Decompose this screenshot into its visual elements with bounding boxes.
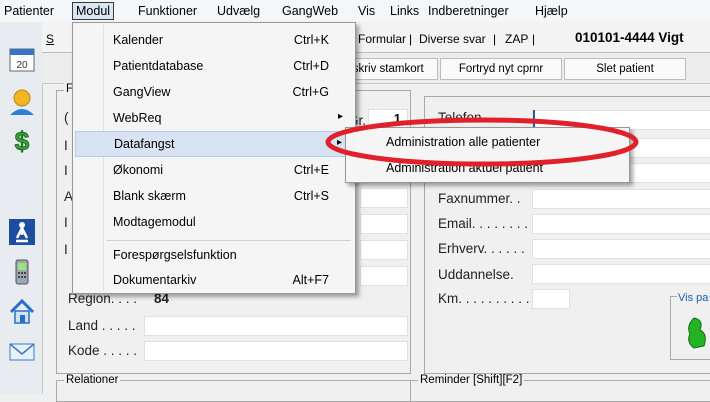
partial-label: I [64, 215, 68, 230]
highlight-ellipse-annotation [325, 117, 639, 167]
partial-label: I [64, 242, 68, 257]
menu-item-shortcut: Ctrl+G [292, 85, 329, 99]
erhverv-label: Erhverv. . . . . . [438, 241, 525, 256]
partial-label: ( [64, 110, 69, 125]
svg-text:20: 20 [16, 60, 28, 71]
erhverv-field[interactable] [532, 239, 710, 259]
uddannelse-label: Uddannelse. [438, 267, 514, 282]
menu-item-label: Kalender [113, 33, 164, 47]
menu-item-shortcut: Ctrl+S [293, 189, 329, 203]
tab-separator: | [409, 32, 413, 46]
input-field[interactable] [360, 266, 408, 286]
left-toolbar: 20 $ [0, 22, 43, 394]
menu-gangweb[interactable]: GangWeb [282, 3, 338, 19]
menu-item-datafangst[interactable]: Datafangst ▸ [75, 131, 353, 157]
mail-icon[interactable] [8, 338, 36, 366]
modul-dropdown-menu: Kalender Ctrl+K Patientdatabase Ctrl+D G… [72, 22, 356, 294]
svg-text:$: $ [15, 126, 30, 154]
vis-link[interactable]: Vis pa [677, 292, 710, 304]
pedestrian-icon[interactable] [8, 218, 36, 246]
input-field[interactable] [360, 214, 408, 234]
menu-item-forespoergselsfunktion[interactable]: Forespørgselsfunktion [73, 243, 355, 269]
menu-item-shortcut: Alt+F7 [292, 273, 329, 287]
menu-item-label: Dokumentarkiv [113, 273, 197, 287]
menu-item-gangview[interactable]: GangView Ctrl+G [73, 80, 355, 106]
menu-item-label: Datafangst [114, 137, 175, 151]
reminder-title: Reminder [Shift][F2] [418, 374, 525, 386]
menu-separator [107, 240, 351, 241]
email-label: Email. . . . . . . . [438, 216, 529, 231]
input-field[interactable] [360, 240, 408, 260]
menu-item-label: Patientdatabase [113, 59, 204, 73]
faxnummer-label: Faxnummer. . [438, 191, 521, 206]
relationer-title: Relationer [64, 374, 121, 386]
faxnummer-field[interactable] [532, 189, 710, 209]
km-field[interactable] [532, 289, 570, 309]
menu-item-blank-skaerm[interactable]: Blank skærm Ctrl+S [73, 184, 355, 210]
kode-field[interactable] [144, 341, 408, 361]
phone-icon[interactable] [8, 258, 36, 286]
calendar-icon[interactable]: 20 [8, 46, 36, 74]
menu-item-modtagemodul[interactable]: Modtagemodul [73, 210, 355, 236]
undo-cpr-button[interactable]: Fortryd nyt cprnr [440, 58, 562, 80]
menu-item-dokumentarkiv[interactable]: Dokumentarkiv Alt+F7 [73, 268, 355, 294]
km-label: Km. . . . . . . . . . [438, 291, 530, 306]
home-icon[interactable] [8, 298, 36, 326]
kode-label: Kode . . . . . [68, 343, 138, 358]
tab-separator: | [493, 32, 497, 46]
menu-item-label: GangView [113, 85, 171, 99]
dollar-icon[interactable]: $ [8, 126, 36, 157]
patient-cpr: 010101-4444 Vigt [575, 30, 684, 45]
menu-bar: Patienter Modul Funktioner Udvælg GangWe… [0, 0, 710, 23]
menu-vis[interactable]: Vis [358, 3, 375, 19]
partial-label: I [64, 138, 68, 153]
uddannelse-field[interactable] [532, 264, 710, 284]
menu-item-shortcut: Ctrl+D [293, 59, 329, 73]
menu-item-label: Forespørgselsfunktion [113, 248, 237, 262]
figure-icon[interactable] [684, 316, 710, 350]
menu-item-okonomi[interactable]: Økonomi Ctrl+E [73, 158, 355, 184]
partial-label: I [64, 163, 68, 178]
tab-separator: | [532, 32, 536, 46]
menu-item-label: Modtagemodul [113, 215, 196, 229]
menu-links[interactable]: Links [390, 3, 419, 19]
land-label: Land . . . . . [68, 318, 136, 333]
menu-item-label: Blank skærm [113, 189, 186, 203]
menu-udvaelg[interactable]: Udvælg [217, 3, 260, 19]
menu-modul[interactable]: Modul [72, 2, 115, 20]
tab-partial[interactable]: S [46, 32, 54, 46]
menu-patienter[interactable]: Patienter [4, 3, 54, 19]
email-field[interactable] [532, 214, 710, 234]
input-field[interactable] [360, 188, 408, 208]
menu-hjaelp[interactable]: Hjælp [535, 3, 568, 19]
person-icon[interactable] [8, 88, 36, 116]
menu-funktioner[interactable]: Funktioner [138, 3, 197, 19]
tab-zap[interactable]: ZAP [505, 32, 528, 46]
menu-item-shortcut: Ctrl+K [293, 33, 329, 47]
menu-item-kalender[interactable]: Kalender Ctrl+K [73, 28, 355, 54]
menu-item-webreq[interactable]: WebReq ▸ [73, 106, 355, 132]
menu-indberetninger[interactable]: Indberetninger [428, 3, 509, 19]
menu-item-label: Økonomi [113, 163, 164, 177]
tab-diverse-svar[interactable]: Diverse svar [419, 32, 486, 46]
menu-item-label: WebReq [113, 111, 162, 125]
menu-item-patientdatabase[interactable]: Patientdatabase Ctrl+D [73, 54, 355, 80]
delete-patient-button[interactable]: Slet patient [564, 58, 686, 80]
land-field[interactable] [144, 316, 408, 336]
tab-formular[interactable]: Formular [358, 32, 406, 46]
